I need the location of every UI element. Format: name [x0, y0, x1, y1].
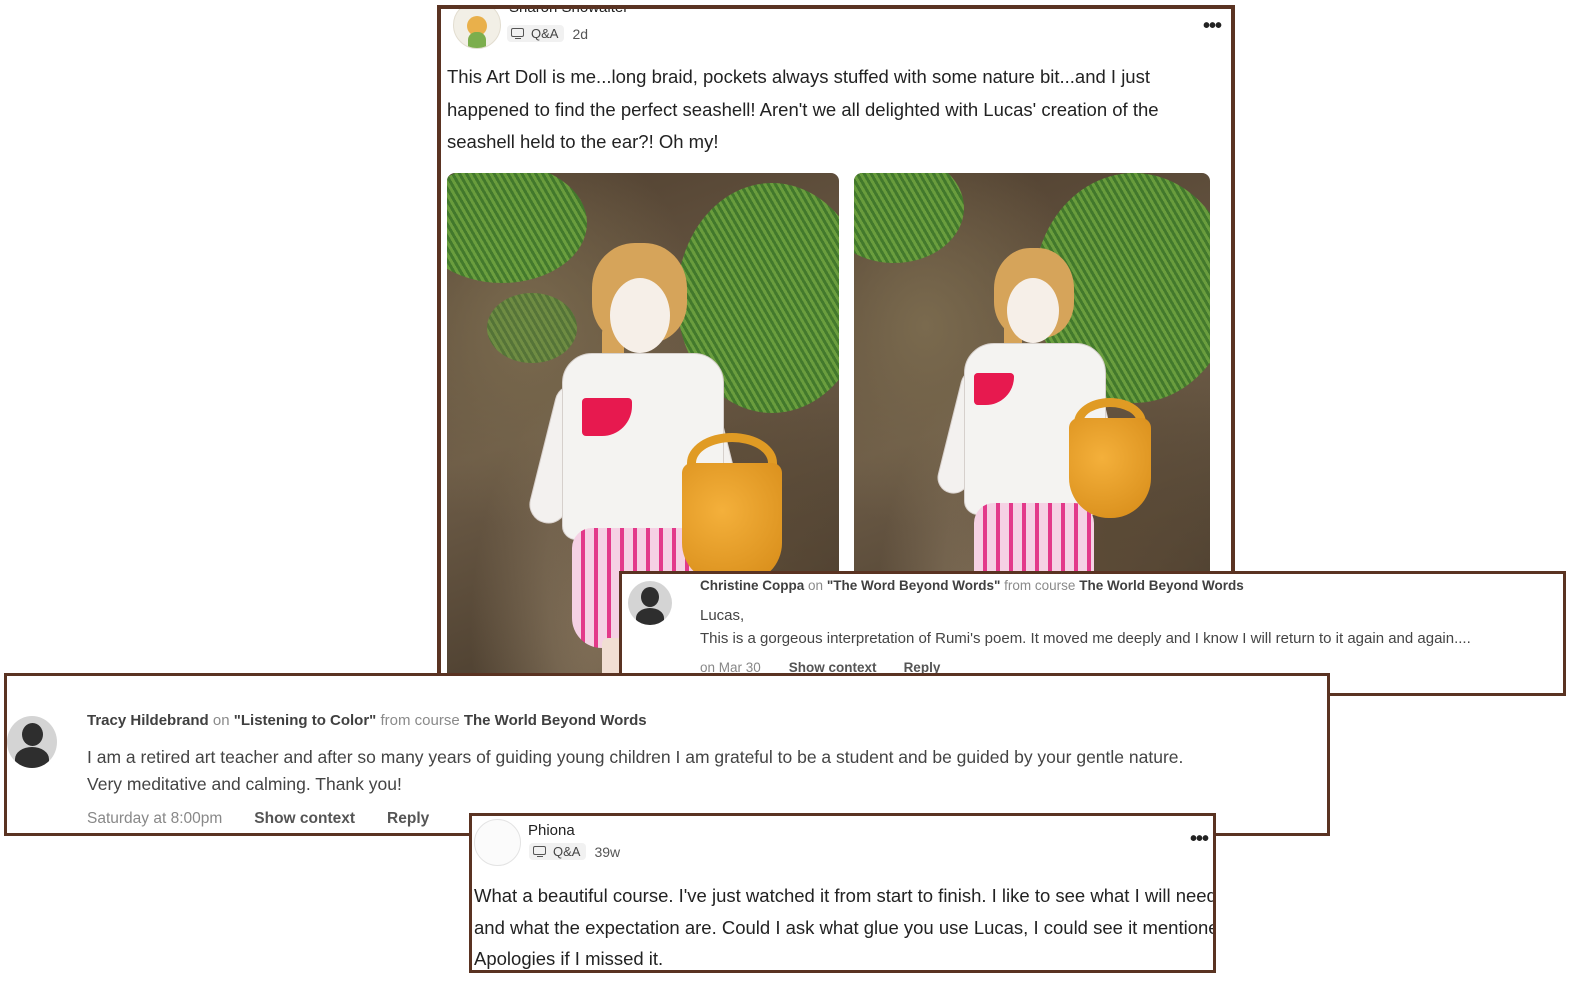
comment-course-link[interactable]: The World Beyond Words — [1079, 578, 1244, 593]
comment-course-link[interactable]: The World Beyond Words — [464, 712, 647, 729]
comment-on-word: on — [212, 712, 230, 729]
comment-body-line-1: I am a retired art teacher and after so … — [87, 747, 1184, 767]
comment-author[interactable]: Tracy Hildebrand — [87, 712, 209, 729]
reply-link[interactable]: Reply — [387, 810, 429, 828]
avatar[interactable] — [628, 581, 672, 625]
comment-from-word: from course — [380, 712, 460, 729]
post-author[interactable]: Phiona — [528, 822, 575, 839]
comment-actions: Saturday at 8:00pm Show context Reply — [87, 810, 429, 828]
comment-header: Tracy Hildebrand on "Listening to Color"… — [87, 712, 647, 729]
comment-body-line-2: This is a gorgeous interpretation of Rum… — [700, 630, 1471, 647]
post-meta: Q&A 39w — [529, 843, 620, 860]
more-options-icon[interactable]: ••• — [1190, 829, 1209, 849]
comment-on-word: on — [808, 578, 824, 593]
monitor-icon — [533, 845, 548, 858]
qa-tag-label: Q&A — [553, 844, 581, 859]
more-options-icon[interactable]: ••• — [1203, 16, 1222, 36]
comment-body-line-1: Lucas, — [700, 607, 745, 624]
comment-lesson-link[interactable]: "The Word Beyond Words" — [827, 578, 1001, 593]
post-body: What a beautiful course. I've just watch… — [474, 885, 1216, 969]
comment-from-word: from course — [1004, 578, 1076, 593]
comment-card-tracy: Tracy Hildebrand on "Listening to Color"… — [4, 673, 1330, 836]
comment-lesson-link[interactable]: "Listening to Color" — [234, 712, 377, 729]
post-time: 39w — [594, 843, 621, 860]
show-context-link[interactable]: Show context — [254, 810, 355, 828]
post-card-phiona: Phiona Q&A 39w ••• What a beautiful cour… — [469, 813, 1216, 973]
avatar[interactable] — [7, 716, 57, 768]
monitor-icon — [511, 27, 526, 40]
avatar[interactable] — [453, 9, 501, 49]
post-author[interactable]: Sharon Showalter — [509, 9, 628, 16]
post-time: 2d — [572, 25, 589, 42]
post-body: This Art Doll is me...long braid, pocket… — [447, 66, 1159, 152]
comment-body-line-2: Very meditative and calming. Thank you! — [87, 774, 402, 794]
avatar[interactable] — [474, 819, 521, 866]
comment-date: Saturday at 8:00pm — [87, 810, 223, 827]
qa-tag[interactable]: Q&A — [507, 25, 565, 42]
post-meta: Q&A 2d — [507, 25, 588, 42]
qa-tag-label: Q&A — [531, 26, 559, 41]
comment-header: Christine Coppa on "The Word Beyond Word… — [700, 578, 1244, 593]
comment-author[interactable]: Christine Coppa — [700, 578, 804, 593]
qa-tag[interactable]: Q&A — [529, 843, 587, 860]
